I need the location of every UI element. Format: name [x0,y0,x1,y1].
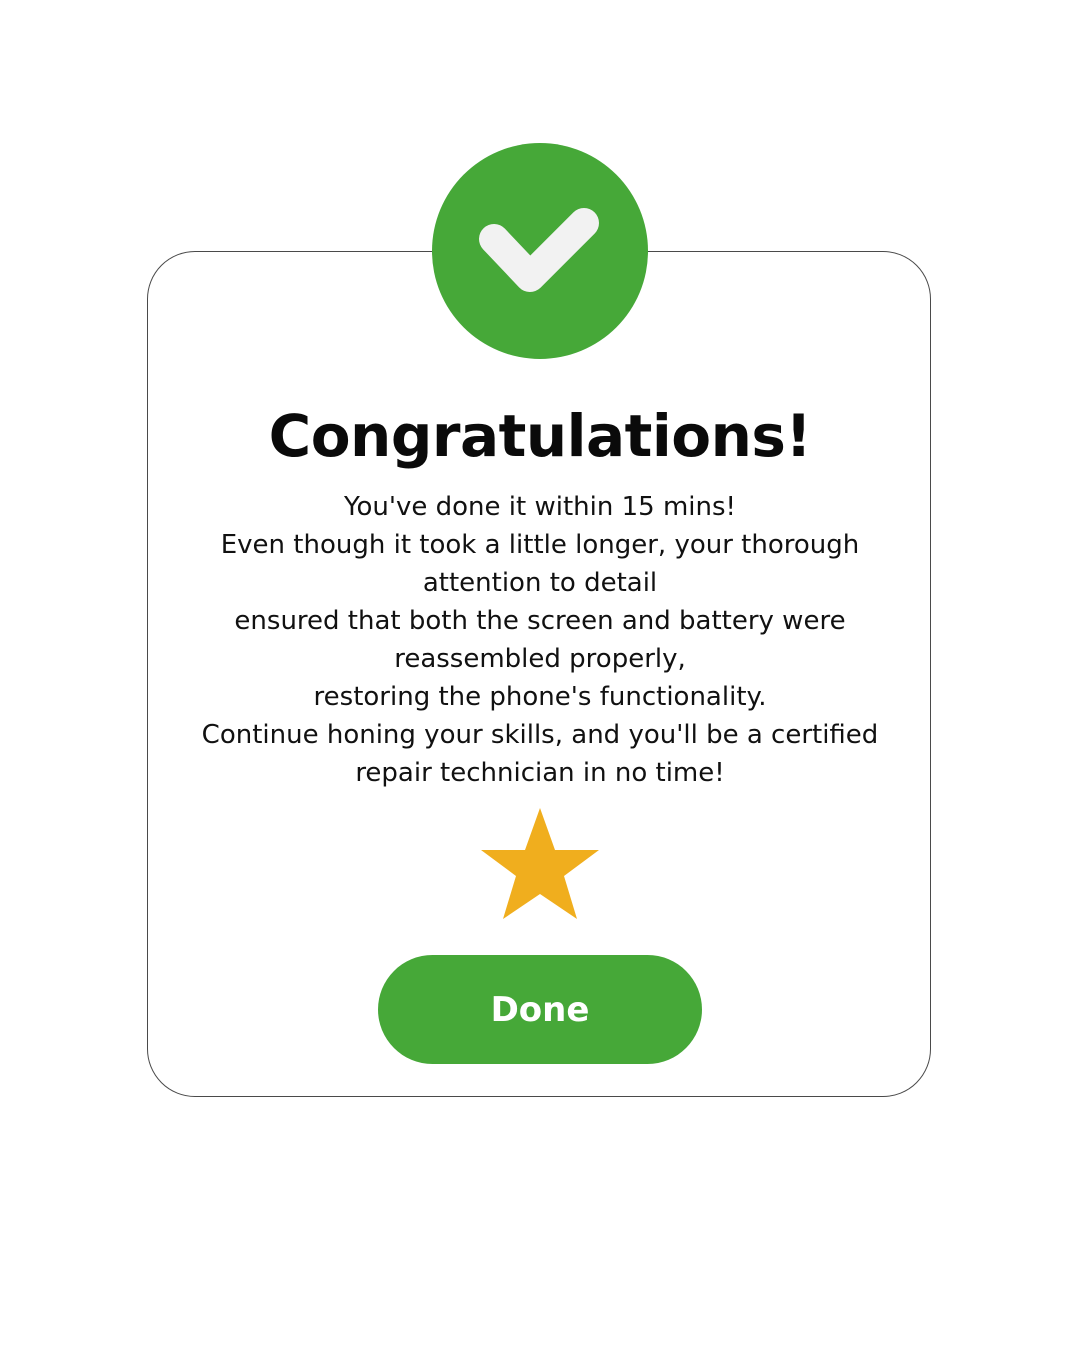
dialog-message: You've done it within 15 mins! Even thou… [190,488,890,792]
message-line: attention to detail [422,568,658,598]
message-line: ensured that both the screen and battery… [234,606,846,636]
done-button[interactable]: Done [378,955,702,1064]
message-line: reassembled properly, [394,644,686,674]
message-line: Even though it took a little longer, you… [220,530,860,560]
message-line: restoring the phone's functionality. [313,682,767,712]
star-icon [481,808,599,919]
dialog-title: Congratulations! [268,402,812,470]
message-line: Continue honing your skills, and you'll … [201,720,879,750]
message-line: You've done it within 15 mins! [344,492,736,522]
success-badge [432,143,648,359]
message-line: repair technician in no time! [355,758,725,788]
checkmark-icon [479,208,599,292]
success-screen: Congratulations! You've done it within 1… [0,0,1080,1350]
